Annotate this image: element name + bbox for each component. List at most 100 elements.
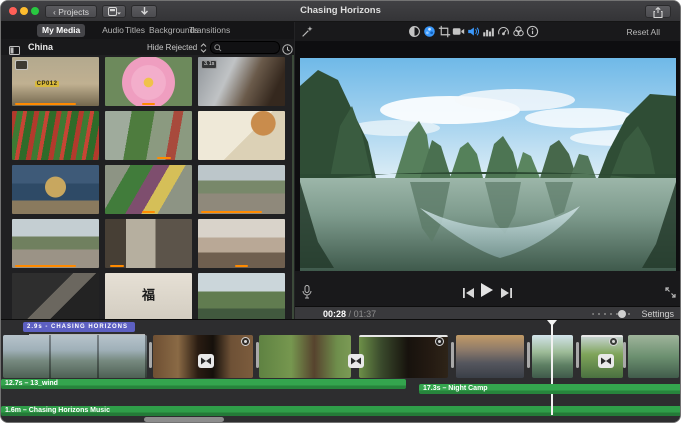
clip-longan-fruit-hands[interactable] xyxy=(12,165,99,214)
favorite-mark xyxy=(15,103,76,105)
frame-separators xyxy=(3,335,147,378)
transition-badge[interactable] xyxy=(198,354,214,368)
timecode-display: 00:28 / 01:37 xyxy=(323,309,377,319)
timeline-clip-mist-panorama[interactable] xyxy=(3,335,147,378)
sidebar-icon xyxy=(9,46,20,55)
clip-chili-peppers[interactable] xyxy=(12,111,99,160)
clip-alley-child[interactable] xyxy=(105,219,192,268)
volume-icon[interactable] xyxy=(467,25,480,38)
timeline-clip-dusk-lake[interactable] xyxy=(456,335,524,378)
clip-trim-handle[interactable] xyxy=(623,342,626,368)
fullscreen-button[interactable] xyxy=(665,285,676,303)
play-icon xyxy=(481,283,493,297)
clip-effect-badge[interactable] xyxy=(435,337,444,346)
download-arrow-icon xyxy=(140,6,148,15)
clip-trees-sky[interactable] xyxy=(198,273,285,319)
titlebar: ‹ Projects Chasing Horizons xyxy=(1,1,680,22)
timeline-clip-river-reflection[interactable] xyxy=(628,335,679,378)
clip-people-paintings[interactable] xyxy=(198,219,285,268)
media-import-button[interactable] xyxy=(102,4,126,18)
enhance-wand-icon[interactable] xyxy=(301,25,314,38)
clip-effect-badge[interactable] xyxy=(241,337,250,346)
clip-riders-street[interactable] xyxy=(12,219,99,268)
media-browser-pane: My Media Audio Titles Backgrounds Transition… xyxy=(1,22,294,319)
search-input[interactable] xyxy=(210,41,280,54)
browser-tabs: My Media Audio Titles Backgrounds Transition… xyxy=(1,22,294,39)
crop-icon[interactable] xyxy=(438,25,451,38)
speed-icon[interactable] xyxy=(497,25,510,38)
duration-badge: 3.1s xyxy=(201,60,218,69)
favorite-mark xyxy=(234,265,249,267)
viewer-background xyxy=(295,41,680,271)
adjustments-bar: Reset All xyxy=(295,22,680,41)
transition-badge[interactable] xyxy=(598,354,614,368)
info-icon[interactable] xyxy=(526,25,539,38)
screenshot-stage: ‹ Projects Chasing Horizons My Media Audi… xyxy=(0,0,681,423)
clip-bicycle-license-plate[interactable]: CP012 xyxy=(12,57,99,106)
play-button[interactable] xyxy=(481,283,493,302)
color-correction-icon[interactable] xyxy=(423,25,436,38)
favorite-mark xyxy=(141,103,156,105)
tab-transitions[interactable]: Transitions xyxy=(184,24,235,37)
color-balance-icon[interactable] xyxy=(408,25,421,38)
back-to-projects-button[interactable]: ‹ Projects xyxy=(45,4,97,18)
previous-frame-button[interactable] xyxy=(463,285,474,303)
playback-controls xyxy=(295,271,680,306)
skip-forward-icon xyxy=(501,288,512,298)
clip-calligraphy-brush[interactable] xyxy=(12,273,99,319)
clip-trim-handle[interactable] xyxy=(527,342,530,368)
clip-top-indicator xyxy=(581,335,623,337)
clip-vegetable-spread[interactable] xyxy=(105,165,192,214)
clip-trim-handle[interactable] xyxy=(256,342,259,368)
next-frame-button[interactable] xyxy=(501,285,512,303)
close-window-button[interactable] xyxy=(9,7,17,15)
viewer-pane: Reset All 00:28 / 01:37 Settings xyxy=(295,22,680,320)
timeline-title-clip[interactable]: 2.9s - CHASING HORIZONS xyxy=(23,322,135,332)
stabilization-icon[interactable] xyxy=(452,25,465,38)
playhead[interactable] xyxy=(548,320,556,415)
filter-stepper[interactable] xyxy=(200,41,207,53)
voiceover-record-button[interactable] xyxy=(302,285,312,304)
clip-trim-handle[interactable] xyxy=(149,342,152,368)
clip-lotus-flower[interactable] xyxy=(105,57,192,106)
skip-back-icon xyxy=(463,288,474,298)
clip-cucumbers-market[interactable] xyxy=(105,111,192,160)
clip-white-buns[interactable] xyxy=(198,111,285,160)
fullscreen-icon xyxy=(665,287,676,298)
clip-trim-handle[interactable] xyxy=(451,342,454,368)
clip-effect-badge[interactable] xyxy=(609,337,618,346)
zoom-slider-thumb[interactable] xyxy=(618,309,626,318)
timeline-clip-karst-reflection[interactable] xyxy=(532,335,573,378)
effects-icon[interactable] xyxy=(512,25,525,38)
reset-all-button[interactable]: Reset All xyxy=(626,27,660,37)
favorite-mark xyxy=(201,211,262,213)
noise-equalizer-icon[interactable] xyxy=(482,25,495,38)
karst-landscape-scene xyxy=(300,58,676,271)
timeline-settings-button[interactable]: Settings xyxy=(641,309,674,319)
browser-filter-row: China Hide Rejected xyxy=(1,39,294,56)
camera-badge-icon xyxy=(15,60,28,70)
clip-motorbikes-road[interactable] xyxy=(198,165,285,214)
thumb-glyph: CP012 xyxy=(34,80,60,87)
favorite-mark xyxy=(15,265,76,267)
clip-top-indicator xyxy=(359,335,448,337)
timeline: 2.9s - CHASING HORIZONS 1.6m – Chasing H… xyxy=(1,319,680,422)
thumb-glyph: 福 xyxy=(141,287,156,303)
search-icon xyxy=(214,44,222,52)
import-button[interactable] xyxy=(131,4,157,18)
audio-clip[interactable]: 12.7s – 13_wind xyxy=(1,379,406,389)
zoom-window-button[interactable] xyxy=(31,7,39,15)
tab-my-media[interactable]: My Media xyxy=(37,24,86,37)
timeline-horizontal-scrollbar[interactable] xyxy=(144,417,224,422)
hide-rejected-filter[interactable]: Hide Rejected xyxy=(147,43,197,52)
audio-clip[interactable]: 17.3s – Night Camp xyxy=(419,384,680,394)
clip-calligraphy-writing[interactable]: 福 xyxy=(105,273,192,319)
clip-trim-handle[interactable] xyxy=(576,342,579,368)
transition-badge[interactable] xyxy=(348,354,364,368)
minimize-window-button[interactable] xyxy=(20,7,28,15)
share-button[interactable] xyxy=(645,4,671,18)
clip-cooking-smoke[interactable]: 3.1s xyxy=(198,57,285,106)
timeline-zoom-slider[interactable] xyxy=(592,309,634,318)
background-music-clip[interactable]: 1.6m – Chasing Horizons Music xyxy=(1,406,680,416)
timeline-clip-hills-houses[interactable] xyxy=(259,335,351,378)
